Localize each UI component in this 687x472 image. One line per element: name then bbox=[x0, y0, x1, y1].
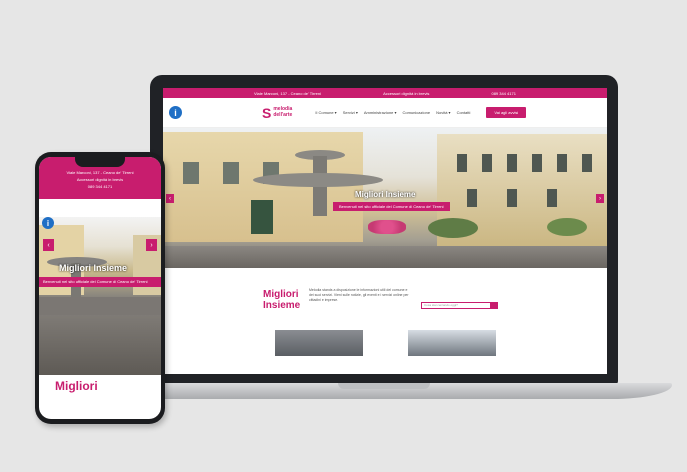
phone-hero-title: Migliori Insieme bbox=[59, 263, 128, 273]
phone-number: 089 344 4171 bbox=[87, 184, 113, 189]
logo-mark: S bbox=[262, 104, 272, 121]
menu-item[interactable]: Servizi ▾ bbox=[343, 110, 358, 115]
intro-section: Migliori Insieme Melodia stands a dispos… bbox=[163, 268, 607, 374]
hero-slider: Migliori Insieme Benvenuti nel sito uffi… bbox=[163, 128, 607, 268]
phone-info-icon[interactable]: i bbox=[42, 217, 54, 229]
laptop-topbar: Viale Marconi, 137 - Ceano de' Tirreni A… bbox=[163, 88, 607, 98]
hero-title: Migliori Insieme bbox=[355, 190, 416, 199]
address-text: Viale Marconi, 137 - Ceano de' Tirreni bbox=[254, 90, 321, 96]
flowers bbox=[368, 220, 406, 234]
phone-prev-icon[interactable]: ‹ bbox=[43, 239, 54, 251]
phone-accessibility[interactable]: Accessori dignitá in brevis bbox=[39, 176, 161, 183]
menu-item[interactable]: Novità ▾ bbox=[436, 110, 450, 115]
menu-item[interactable]: Contatti bbox=[457, 110, 471, 115]
laptop-notch bbox=[338, 383, 430, 389]
laptop-screen: Viale Marconi, 137 - Ceano de' Tirreni A… bbox=[163, 88, 607, 374]
search-input[interactable]: Cosa stai cercando oggi? bbox=[421, 302, 491, 309]
phone-next-icon[interactable]: › bbox=[146, 239, 157, 251]
hero-building-left bbox=[163, 132, 363, 242]
phone-address: Viale Marconi, 137 - Ceano de' Tirreni bbox=[66, 170, 134, 175]
cta-button[interactable]: Vai agli avvisi bbox=[486, 107, 527, 118]
phone-text: 089 344 4171 bbox=[491, 90, 516, 96]
logo-text: melodia dell'arte bbox=[273, 106, 295, 118]
main-menu: Il Comune ▾ Servizi ▾ Amministrazione ▾ … bbox=[315, 110, 470, 115]
intro-text: Melodia stands a disposizione le informa… bbox=[309, 288, 409, 302]
slider-next-icon[interactable]: › bbox=[596, 194, 604, 203]
news-thumbnail[interactable] bbox=[408, 330, 496, 356]
menu-item[interactable]: Amministrazione ▾ bbox=[364, 110, 397, 115]
laptop-navbar: i S melodia dell'arte Il Comune ▾ Serviz… bbox=[163, 98, 607, 128]
phone-heading: Migliori bbox=[55, 379, 98, 393]
news-thumbnail[interactable] bbox=[275, 330, 363, 356]
phone-hero-lower bbox=[39, 315, 161, 375]
slider-prev-icon[interactable]: ‹ bbox=[166, 194, 174, 203]
search-button[interactable] bbox=[491, 302, 498, 309]
phone-navbar bbox=[39, 199, 161, 217]
menu-item[interactable]: Il Comune ▾ bbox=[315, 110, 336, 115]
info-icon[interactable]: i bbox=[169, 106, 182, 119]
phone-hero-subtitle[interactable]: Benvenuti nel sito ufficiale del Comune … bbox=[39, 277, 161, 287]
accessibility-link[interactable]: Accessori dignitá in brevis bbox=[383, 91, 429, 96]
phone-hero: Migliori Insieme Benvenuti nel sito uffi… bbox=[39, 217, 161, 315]
menu-item[interactable]: Comunicazione bbox=[403, 110, 431, 115]
phone-screen: Viale Marconi, 137 - Ceano de' Tirreni A… bbox=[39, 157, 161, 419]
intro-heading: Migliori Insieme bbox=[263, 289, 301, 311]
phone-notch bbox=[75, 157, 125, 167]
site-logo[interactable]: S melodia dell'arte bbox=[262, 106, 295, 120]
logo-tagline: dell'arte bbox=[273, 111, 293, 118]
hero-subtitle[interactable]: Benvenuti nel sito ufficiale del Comune … bbox=[333, 202, 450, 211]
